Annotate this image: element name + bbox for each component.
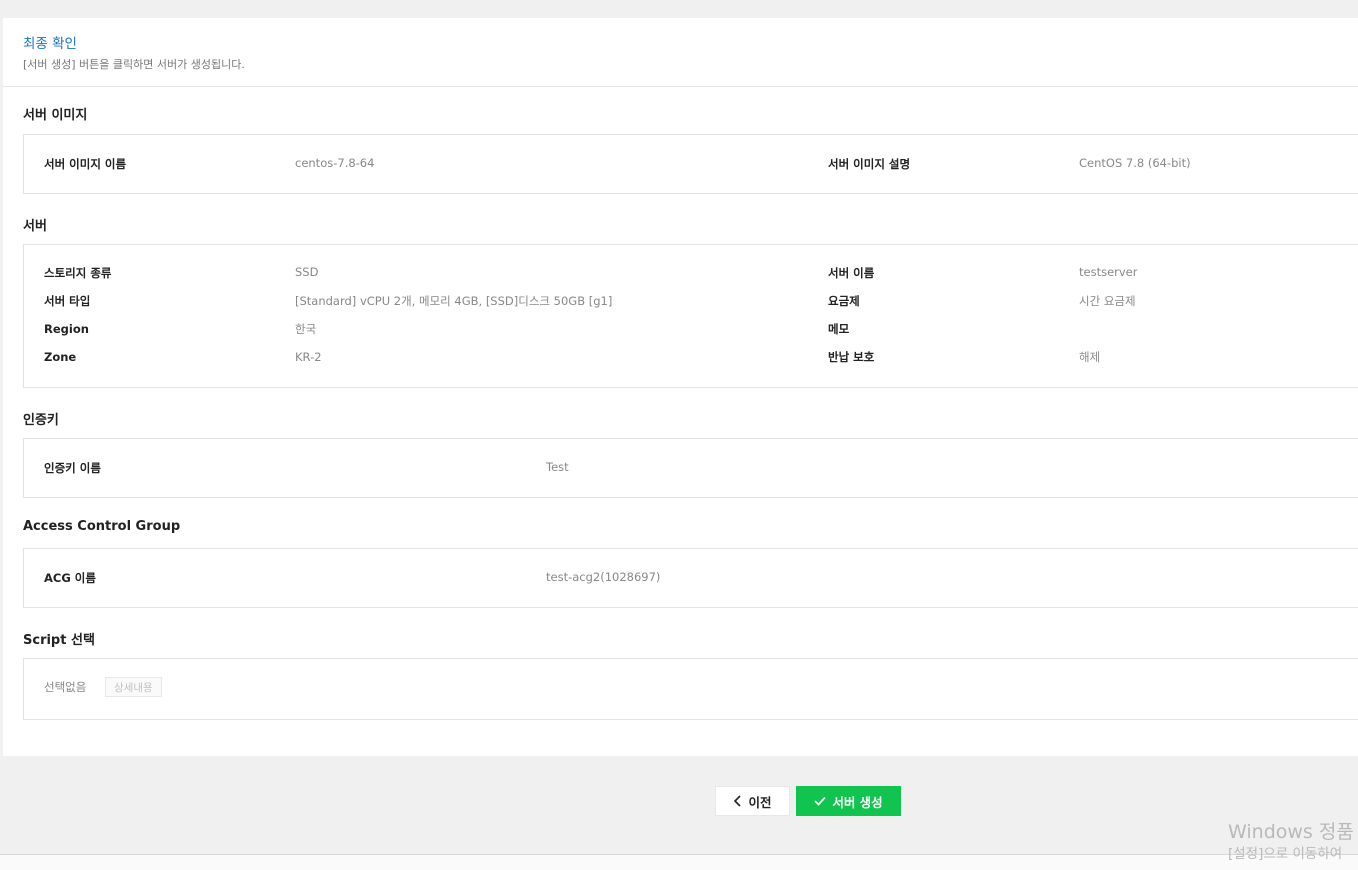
auth-key-section-title: 인증키: [23, 413, 59, 428]
bottom-divider: [0, 854, 1358, 870]
server-type-value: [Standard] vCPU 2개, 메모리 4GB, [SSD]디스크 50…: [295, 294, 613, 308]
prev-button-label: 이전: [748, 794, 772, 810]
server-image-desc-label: 서버 이미지 설명: [828, 157, 911, 171]
server-box: 스토리지 종류 SSD 서버 타입 [Standard] vCPU 2개, 메모…: [23, 244, 1358, 388]
chevron-left-icon: [734, 795, 742, 807]
auth-key-name-label: 인증키 이름: [44, 461, 101, 475]
page-description: [서버 생성] 버튼을 클릭하면 서버가 생성됩니다.: [23, 58, 245, 71]
memo-label: 메모: [828, 322, 850, 336]
server-section-title: 서버: [23, 219, 47, 234]
plan-value: 시간 요금제: [1079, 294, 1136, 308]
storage-type-label: 스토리지 종류: [44, 266, 112, 280]
prev-button[interactable]: 이전: [715, 786, 790, 816]
server-name-label: 서버 이름: [828, 266, 875, 280]
auth-key-name-value: Test: [546, 460, 569, 474]
script-box: 선택없음 상세내용: [23, 658, 1358, 720]
storage-type-value: SSD: [295, 265, 319, 279]
server-image-box: 서버 이미지 이름 centos-7.8-64 서버 이미지 설명 CentOS…: [23, 134, 1358, 194]
create-server-button-label: 서버 생성: [832, 794, 883, 810]
final-confirm-panel: 최종 확인 [서버 생성] 버튼을 클릭하면 서버가 생성됩니다. 서버 이미지…: [3, 18, 1358, 756]
server-name-value: testserver: [1079, 265, 1138, 279]
create-server-button[interactable]: 서버 생성: [796, 786, 901, 816]
server-image-name-value: centos-7.8-64: [295, 156, 375, 170]
region-label: Region: [44, 322, 89, 336]
plan-label: 요금제: [828, 294, 860, 308]
page-title: 최종 확인: [23, 36, 77, 52]
final-confirm-header: 최종 확인 [서버 생성] 버튼을 클릭하면 서버가 생성됩니다.: [3, 18, 1358, 87]
script-detail-button[interactable]: 상세내용: [105, 677, 162, 697]
server-type-label: 서버 타입: [44, 294, 91, 308]
script-selection-value: 선택없음: [44, 680, 87, 694]
region-value: 한국: [295, 322, 317, 336]
check-icon: [814, 796, 826, 806]
acg-section-title: Access Control Group: [23, 519, 181, 534]
windows-activation-watermark-text: [설정]으로 이동하여: [1228, 846, 1343, 862]
server-image-desc-value: CentOS 7.8 (64-bit): [1079, 156, 1191, 170]
auth-key-box: 인증키 이름 Test: [23, 438, 1358, 498]
zone-value: KR-2: [295, 350, 322, 364]
acg-name-value: test-acg2(1028697): [546, 570, 661, 584]
acg-box: ACG 이름 test-acg2(1028697): [23, 548, 1358, 608]
server-image-section-title: 서버 이미지: [23, 108, 88, 123]
zone-label: Zone: [44, 350, 77, 364]
server-image-name-label: 서버 이미지 이름: [44, 157, 127, 171]
return-protection-value: 해제: [1079, 350, 1101, 364]
acg-name-label: ACG 이름: [44, 571, 96, 585]
windows-activation-watermark-title: Windows 정품: [1228, 821, 1354, 843]
return-protection-label: 반납 보호: [828, 350, 875, 364]
script-section-title: Script 선택: [23, 633, 95, 648]
